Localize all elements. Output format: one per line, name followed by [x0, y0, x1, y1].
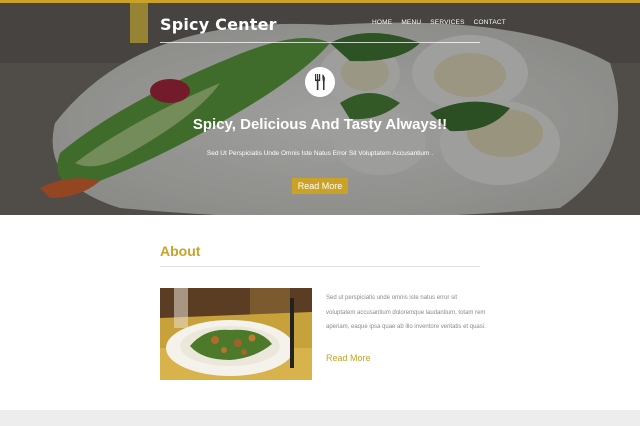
footer-strip — [0, 410, 640, 426]
about-divider — [160, 266, 480, 267]
nav-menu-link[interactable]: MENU — [401, 19, 421, 26]
hero-subtitle: Sed Ut Perspiciatis Unde Omnis Iste Natu… — [206, 150, 434, 157]
header-divider — [160, 42, 480, 43]
site-logo[interactable]: Spicy Center — [160, 15, 277, 34]
fork-knife-icon — [305, 67, 335, 97]
hero-read-more-button[interactable]: Read More — [292, 178, 348, 194]
about-food-image — [160, 288, 312, 380]
nav-services-link[interactable]: SERVICES — [430, 19, 464, 26]
nav-contact-link[interactable]: CONTACT — [474, 19, 506, 26]
nav-home-link[interactable]: HOME — [372, 19, 392, 26]
about-read-more-link[interactable]: Read More — [326, 353, 371, 363]
main-nav: HOME MENU SERVICES CONTACT — [372, 19, 506, 26]
about-description: Sed ut perspiciatis unde omnis iste natu… — [326, 295, 486, 330]
hero-section: Spicy Center HOME MENU SERVICES CONTACT … — [0, 3, 640, 215]
about-heading: About — [160, 243, 201, 259]
hero-title: Spicy, Delicious And Tasty Always!! — [192, 116, 448, 133]
